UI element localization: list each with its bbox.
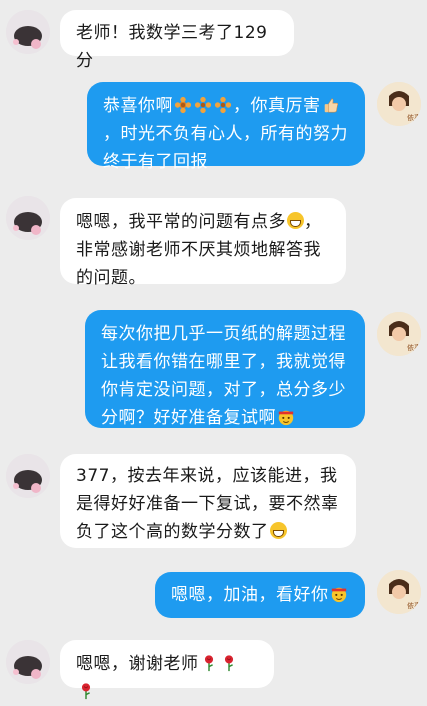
message-row: 嗯嗯，谢谢老师 bbox=[0, 636, 427, 700]
avatar-label: 依喜伊 bbox=[407, 343, 421, 352]
contact-avatar[interactable] bbox=[6, 10, 50, 54]
contact-avatar[interactable] bbox=[6, 640, 50, 684]
message-bubble[interactable]: 老师！我数学三考了129分 bbox=[60, 10, 294, 71]
message-row: 老师！我数学三考了129分 bbox=[0, 6, 427, 71]
avatar-label: 依喜伊 bbox=[407, 113, 421, 122]
message-bubble[interactable]: 377，按去年来说，应该能进，我是得好好准备一下复试，要不然辜负了这个高的数学分… bbox=[60, 454, 356, 548]
message-bubble[interactable]: 每次你把几乎一页纸的解题过程让我看你错在哪里了，我就觉得你肯定没问题，对了，总分… bbox=[85, 310, 365, 428]
message-text: ，时光不负有心人，所有的努力终于有了回报 bbox=[103, 124, 348, 172]
message-text: 老师！我数学三考了129分 bbox=[76, 23, 268, 71]
message-row: 依喜伊 每次你把几乎一页纸的解题过程让我看你错在哪里了，我就觉得你肯定没问题，对… bbox=[0, 310, 427, 430]
message-text: 377，按去年来说，应该能进，我是得好好准备一下复试，要不然辜负了这个高的数学分… bbox=[76, 466, 339, 542]
message-row: 依喜伊 恭喜你啊 ，你真厉害 ，时光不负有心人，所有的努力终于有了回报 bbox=[0, 82, 427, 192]
message-row: 嗯嗯，我平常的问题有点多 ，非常感谢老师不厌其烦地解答我的问题。 bbox=[0, 196, 427, 288]
determined-face-emoji-icon bbox=[331, 587, 346, 603]
grin-emoji-icon bbox=[287, 212, 304, 229]
message-bubble[interactable]: 恭喜你啊 ，你真厉害 ，时光不负有心人，所有的努力终于有了回报 bbox=[87, 82, 365, 172]
determined-face-emoji-icon bbox=[278, 410, 294, 426]
chat-view: 老师！我数学三考了129分 依喜伊 恭喜你啊 ，你真厉害 ，时光不负有心人，所有的努… bbox=[0, 0, 427, 700]
thumbs-up-emoji-icon bbox=[324, 98, 338, 113]
message-text: 嗯嗯，加油，看好你 bbox=[171, 585, 329, 605]
message-row: 377，按去年来说，应该能进，我是得好好准备一下复试，要不然辜负了这个高的数学分… bbox=[0, 452, 427, 552]
flower-emoji-icon bbox=[174, 96, 192, 114]
self-avatar[interactable]: 依喜伊 bbox=[377, 82, 421, 126]
rose-emoji-icon bbox=[224, 655, 233, 672]
message-row: 依喜伊 嗯嗯，加油，看好你 bbox=[0, 568, 427, 620]
message-bubble[interactable]: 嗯嗯，我平常的问题有点多 ，非常感谢老师不厌其烦地解答我的问题。 bbox=[60, 198, 346, 288]
grin-emoji-icon bbox=[269, 522, 287, 539]
message-text: 嗯嗯，谢谢老师 bbox=[76, 654, 199, 674]
flower-emoji-icon bbox=[194, 96, 212, 114]
message-text: ，你真厉害 bbox=[233, 96, 321, 116]
message-text: 恭喜你啊 bbox=[103, 96, 173, 116]
contact-avatar[interactable] bbox=[6, 454, 50, 498]
message-text: 每次你把几乎一页纸的解题过程让我看你错在哪里了，我就觉得你肯定没问题，对了，总分… bbox=[101, 324, 346, 428]
rose-emoji-icon bbox=[81, 683, 91, 700]
self-avatar[interactable]: 依喜伊 bbox=[377, 312, 421, 356]
rose-emoji-icon bbox=[204, 655, 213, 672]
flower-emoji-icon bbox=[214, 96, 232, 114]
avatar-label: 依喜伊 bbox=[407, 601, 421, 610]
message-bubble[interactable]: 嗯嗯，谢谢老师 bbox=[60, 640, 274, 700]
self-avatar[interactable]: 依喜伊 bbox=[377, 570, 421, 614]
message-bubble[interactable]: 嗯嗯，加油，看好你 bbox=[155, 572, 365, 618]
contact-avatar[interactable] bbox=[6, 196, 50, 240]
message-text: 嗯嗯，我平常的问题有点多 bbox=[76, 212, 286, 232]
